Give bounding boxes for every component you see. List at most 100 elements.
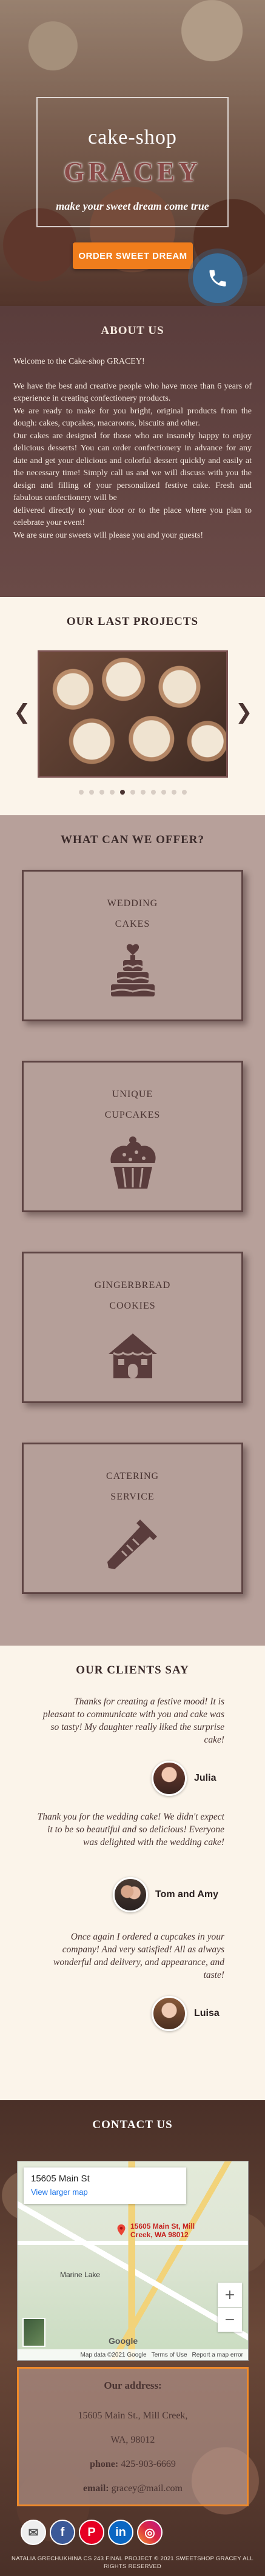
carousel-dot[interactable] [140,790,146,795]
carousel-dot[interactable] [99,790,104,795]
review-author-name: Julia [194,1773,216,1783]
email-value[interactable]: gracey@mail.com [112,2483,183,2494]
carousel-dot[interactable] [78,790,84,795]
piping-bag-icon [107,1520,157,1569]
offer-title: WHAT CAN WE OFFER? [60,833,205,846]
map-footer: Map data ©2021 Google Terms of Use Repor… [18,2349,248,2360]
offer-card-line: WEDDING [107,898,158,909]
map-pin-label: 15605 Main St, Mill Creek, WA 98012 [130,2222,195,2239]
facebook-icon[interactable]: f [50,2520,75,2545]
wedding-cake-icon [110,944,155,996]
map-terms-link[interactable]: Terms of Use [152,2352,187,2358]
carousel-dot[interactable] [119,790,125,795]
hero-section: cake-shop GRACEY make your sweet dream c… [0,0,265,306]
view-larger-map-link[interactable]: View larger map [31,2187,179,2197]
review-author: Luisa [152,1996,220,2031]
carousel-slide-image [38,650,228,778]
address-email: email: gracey@mail.com [19,2477,247,2501]
address-city: WA, 98012 [110,2435,155,2445]
carousel-dots [0,790,265,795]
review-author: Tom and Amy [113,1877,218,1912]
call-button[interactable] [193,253,243,303]
offer-card-gingerbread-cookies[interactable]: GINGERBREAD COOKIES [22,1252,243,1403]
carousel-dot[interactable] [109,790,115,795]
offer-card-line: CAKES [115,919,150,929]
carousel-prev-button[interactable]: ❮ [13,700,31,724]
offer-card-label: UNIQUE CUPCAKES [24,1084,241,1126]
email-social-icon[interactable]: ✉ [21,2520,46,2545]
copyright-text: NATALIA GRECHUKHINA CS 243 FINAL PROJECT… [12,2555,253,2570]
pinterest-icon[interactable]: P [79,2520,104,2545]
offer-card-line: CATERING [106,1471,159,1481]
review-author-name: Luisa [194,2008,220,2018]
about-paragraph: We are sure our sweets will please you a… [13,530,204,540]
email-label: email: [82,2483,109,2494]
about-text: Welcome to the Cake-shop GRACEY! We have… [13,356,252,542]
about-paragraph: Our cakes are designed for those who are… [13,431,252,503]
map-pin-icon[interactable] [115,2223,128,2237]
hero-tagline: make your sweet dream come true [56,200,209,212]
order-sweet-dream-button[interactable]: ORDER SWEET DREAM [73,242,193,269]
about-paragraph: Welcome to the Cake-shop GRACEY! [13,357,145,366]
social-links: ✉ f P in ◎ [21,2520,163,2545]
avatar [152,1761,187,1796]
contact-title: CONTACT US [92,2118,173,2131]
carousel-dot[interactable] [150,790,156,795]
avatar [113,1877,148,1912]
about-paragraph: We are ready to make for you bright, ori… [13,406,252,429]
review-text: Thank you for the wedding cake! We didn'… [37,1812,224,1847]
map-zoom-out-button[interactable]: − [218,2307,242,2332]
offer-card-catering-service[interactable]: CATERING SERVICE [22,1443,243,1594]
address-phone: phone: 425-903-6669 [19,2452,247,2477]
clients-section: OUR CLIENTS SAY Thanks for creating a fe… [0,1646,265,2100]
map-report-link[interactable]: Report a map error [192,2352,243,2358]
cupcake-icon [110,1136,156,1189]
offer-card-wedding-cakes[interactable]: WEDDING CAKES [22,870,243,1021]
brand-title: GRACEY [64,157,201,187]
linkedin-icon[interactable]: in [108,2520,133,2545]
carousel-dot[interactable] [171,790,176,795]
review-author-name: Tom and Amy [155,1889,219,1900]
map-town-label: Marine Lake [60,2271,101,2279]
offer-card-line: SERVICE [110,1492,155,1502]
about-title: ABOUT US [101,324,164,337]
carousel-dot[interactable] [130,790,135,795]
map-info-card: 15605 Main St View larger map [24,2167,186,2204]
offer-card-line: CUPCAKES [104,1110,161,1120]
carousel-next-button[interactable]: ❯ [235,700,253,724]
offer-card-line: GINGERBREAD [94,1280,171,1290]
offer-section: WHAT CAN WE OFFER? WEDDING CAKES UNIQUE … [0,815,265,1646]
carousel-dot[interactable] [181,790,187,795]
map-zoom-in-button[interactable]: + [218,2283,242,2307]
projects-section: OUR LAST PROJECTS ❮ ❯ [0,597,265,815]
brand-subtitle: cake-shop [88,126,177,148]
gingerbread-house-icon [108,1333,157,1378]
address-street: 15605 Main St., Mill Creek, [78,2411,188,2421]
map-place-title: 15605 Main St [31,2174,90,2184]
avatar [152,1996,187,2031]
review-text: Once again I ordered a cupcakes in your … [53,1932,224,1980]
about-section: ABOUT US Welcome to the Cake-shop GRACEY… [0,306,265,597]
offer-card-line: COOKIES [109,1301,156,1311]
phone-icon [209,270,226,287]
offer-card-unique-cupcakes[interactable]: UNIQUE CUPCAKES [22,1061,243,1212]
offer-card-line: UNIQUE [112,1089,153,1099]
review-author: Julia [152,1761,216,1796]
about-paragraph: delivered directly to your door or to th… [13,506,252,528]
google-map[interactable]: 15605 Main St View larger map 15605 Main… [17,2161,249,2361]
offer-card-label: WEDDING CAKES [24,893,241,935]
address-title: Our address: [104,2380,162,2391]
clients-title: OUR CLIENTS SAY [76,1664,189,1677]
address-box: Our address: 15605 Main St., Mill Creek,… [17,2367,249,2506]
carousel-dot[interactable] [161,790,166,795]
instagram-icon[interactable]: ◎ [137,2520,163,2545]
map-satellite-toggle[interactable] [22,2318,45,2347]
projects-title: OUR LAST PROJECTS [66,615,199,628]
carousel-dot[interactable] [89,790,94,795]
contact-section: CONTACT US 15605 Main St View larger map… [0,2100,265,2576]
offer-card-label: GINGERBREAD COOKIES [24,1275,241,1316]
review-text: Thanks for creating a festive mood! It i… [42,1697,224,1745]
google-logo: Google [109,2336,138,2346]
map-data-credit: Map data ©2021 Google [80,2351,147,2358]
offer-card-label: CATERING SERVICE [24,1466,241,1507]
